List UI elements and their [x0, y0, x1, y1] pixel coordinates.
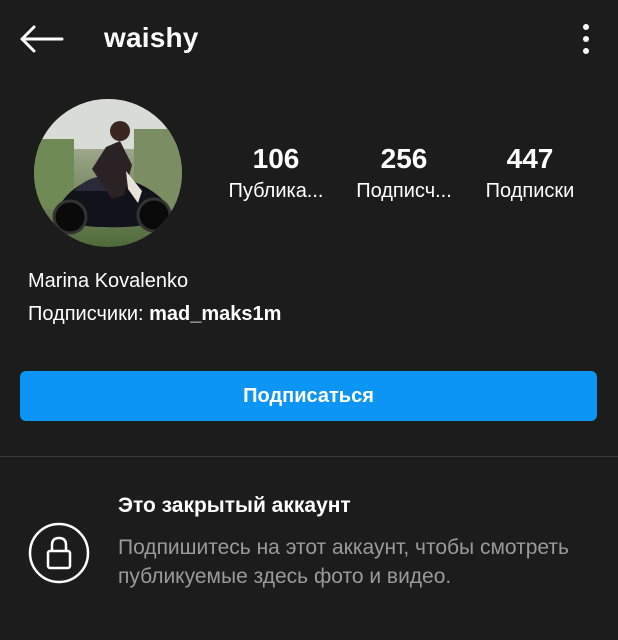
- profile-stats: 106 Публика... 256 Подписч... 447 Подпис…: [218, 142, 598, 212]
- profile-username: waishy: [104, 22, 199, 53]
- private-account-description: Подпишитесь на этот аккаунт, чтобы смотр…: [118, 536, 569, 588]
- more-options-icon[interactable]: [575, 22, 597, 56]
- follow-button[interactable]: Подписаться: [20, 371, 597, 421]
- profile-full-name: Marina Kovalenko: [28, 270, 189, 292]
- stat-posts-count: 106: [252, 143, 300, 174]
- lock-icon: [28, 522, 90, 584]
- stat-posts[interactable]: 106 Публика...: [214, 142, 338, 206]
- profile-avatar[interactable]: [34, 99, 182, 247]
- stat-following-label: Подписки: [485, 180, 575, 202]
- stat-followers-count: 256: [380, 143, 428, 174]
- mutual-followers-prefix: Подписчики:: [28, 303, 144, 325]
- back-arrow-icon[interactable]: [18, 24, 64, 54]
- stat-following[interactable]: 447 Подписки: [468, 142, 592, 206]
- mutual-follower-username[interactable]: mad_maks1m: [149, 303, 281, 325]
- top-bar: waishy: [0, 0, 618, 80]
- stat-posts-label: Публика...: [228, 180, 324, 202]
- stat-following-count: 447: [506, 143, 554, 174]
- mutual-followers[interactable]: Подписчики: mad_maks1m: [28, 303, 281, 326]
- stat-followers[interactable]: 256 Подписч...: [342, 142, 466, 206]
- divider: [0, 456, 618, 457]
- stat-followers-label: Подписч...: [356, 180, 452, 202]
- private-account-title: Это закрытый аккаунт: [118, 494, 351, 517]
